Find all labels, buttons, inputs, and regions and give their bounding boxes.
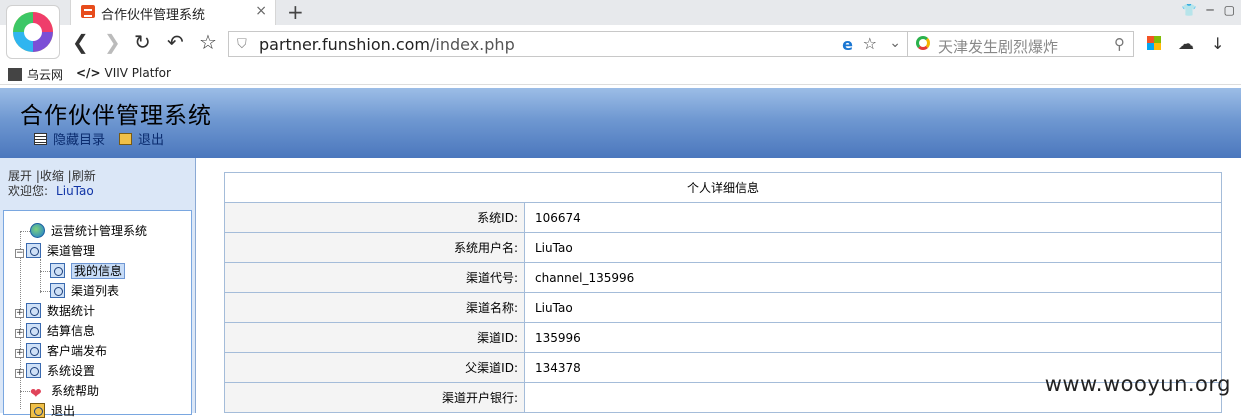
url-text[interactable]: partner.funshion.com/index.php [259,35,515,54]
row-label: 系统用户名: [224,232,525,263]
chevron-down-icon[interactable]: ⌄ [889,35,901,51]
apps-icon[interactable] [1147,36,1161,50]
row-label: 渠道代号: [224,262,525,293]
site-favicon-icon [81,5,95,18]
tree-item-data-stats[interactable]: + 数据统计 [15,302,95,320]
exit-icon [30,403,45,418]
logout-link[interactable]: 退出 [119,129,164,148]
folder-icon [26,363,41,378]
page-icon [50,263,65,278]
sidebar: 展开 |收缩 |刷新 欢迎您: LiuTao 运营统计管理系统 − 渠道管理 我的信… [0,158,196,418]
row-label: 渠道名称: [224,292,525,323]
navigation-tree: 运营统计管理系统 − 渠道管理 我的信息 渠道列表 + 数据统计 + 结算信息 + 客户… [3,210,192,418]
security-shield-icon: ⛉ [237,37,247,52]
search-engine-icon [916,36,930,50]
row-value: 135996 [524,322,1222,353]
tab-title: 合作伙伴管理系统 [101,8,206,23]
code-icon: </> [76,66,101,80]
welcome-line: 欢迎您: LiuTao [8,182,94,199]
tree-item-channel-mgmt[interactable]: − 渠道管理 [15,242,95,260]
tree-connector [20,391,30,392]
tree-item-channel-list[interactable]: 渠道列表 [50,282,119,300]
tree-item-client-release[interactable]: + 客户端发布 [15,342,107,360]
browser-tab-bar: 合作伙伴管理系统 × + 👕 ─ ▢ [0,0,1241,25]
forward-icon[interactable]: ❯ [104,32,121,52]
bookmark-star-icon[interactable]: ☆ [863,34,877,53]
tree-item-system-settings[interactable]: + 系统设置 [15,362,95,380]
expand-toggle-icon[interactable]: + [15,349,24,358]
address-bar[interactable]: ⛉ partner.funshion.com/index.php e ☆ ⌄ [228,31,908,57]
row-value: LiuTao [524,232,1222,263]
watermark: www.wooyun.org [1044,372,1231,396]
tree-item-ops-stats[interactable]: 运营统计管理系统 [30,222,147,240]
maximize-icon[interactable]: ▢ [1224,3,1235,17]
username: LiuTao [56,184,94,198]
tree-item-help[interactable]: ❤ 系统帮助 [30,382,99,402]
browser-tab[interactable]: 合作伙伴管理系统 × [70,0,276,25]
tree-connector [40,259,41,293]
expand-toggle-icon[interactable]: + [15,369,24,378]
skin-icon[interactable]: 👕 [1181,3,1196,17]
home-icon[interactable]: ☆ [199,32,217,52]
exit-icon [119,133,132,145]
heart-icon: ❤ [30,386,42,402]
search-input[interactable]: 天津发生剧烈爆炸 [938,36,1058,57]
bookmark-viiv[interactable]: </> VIIV Platfor [76,66,171,80]
row-value: LiuTao [524,292,1222,323]
table-row: 渠道ID: 135996 [224,322,1222,353]
table-row: 渠道名称: LiuTao [224,292,1222,323]
browser-logo-icon [13,12,53,52]
row-value: 106674 [524,202,1222,233]
search-box[interactable]: 天津发生剧烈爆炸 ⚲ [908,31,1134,57]
row-label: 渠道ID: [224,322,525,353]
globe-icon [30,223,45,238]
row-label: 系统ID: [224,202,525,233]
tab-close-icon[interactable]: × [255,3,267,19]
hide-directory-link[interactable]: 隐藏目录 [34,129,105,148]
reload-icon[interactable]: ↻ [134,32,151,52]
list-icon [34,133,47,145]
row-value: channel_135996 [524,262,1222,293]
tree-connector [40,271,50,272]
row-label: 渠道开户银行: [224,382,525,413]
cloud-icon[interactable]: ☁ [1178,34,1194,53]
page-icon [50,283,65,298]
table-row: 系统ID: 106674 [224,202,1222,233]
download-icon[interactable]: ↓ [1211,34,1224,53]
wooyun-icon [8,68,22,81]
folder-icon [26,243,41,258]
folder-icon [26,303,41,318]
minimize-icon[interactable]: ─ [1206,3,1213,17]
table-caption: 个人详细信息 [224,172,1222,203]
expand-toggle-icon[interactable]: + [15,309,24,318]
tree-connector [40,291,50,292]
table-row: 系统用户名: LiuTao [224,232,1222,263]
tree-item-my-info[interactable]: 我的信息 [50,262,126,280]
url-path: /index.php [430,35,515,54]
back-icon[interactable]: ❮ [72,32,89,52]
row-label: 父渠道ID: [224,352,525,383]
browser-toolbar: ❮ ❯ ↻ ↶ ☆ ⛉ partner.funshion.com/index.p… [0,25,1241,63]
window-controls: 👕 ─ ▢ [1181,3,1235,17]
folder-icon [26,343,41,358]
tree-item-settlement[interactable]: + 结算信息 [15,322,95,340]
tree-item-logout[interactable]: 退出 [30,402,75,420]
app-header: 合作伙伴管理系统 隐藏目录 退出 [0,88,1241,158]
app-title: 合作伙伴管理系统 [20,103,212,129]
welcome-label: 欢迎您: [8,184,49,198]
bookmarks-bar: 乌云网 </> VIIV Platfor [0,63,1241,85]
new-tab-button[interactable]: + [287,0,304,24]
tree-connector [20,231,30,232]
browser-logo[interactable] [6,5,60,59]
collapse-toggle-icon[interactable]: − [15,249,24,258]
expand-toggle-icon[interactable]: + [15,329,24,338]
ie-mode-icon[interactable]: e [842,35,853,54]
undo-icon[interactable]: ↶ [167,32,184,52]
folder-icon [26,323,41,338]
search-icon[interactable]: ⚲ [1114,35,1125,53]
table-row: 渠道代号: channel_135996 [224,262,1222,293]
url-host: partner.funshion.com [259,35,431,54]
bookmark-wooyun[interactable]: 乌云网 [8,66,63,83]
